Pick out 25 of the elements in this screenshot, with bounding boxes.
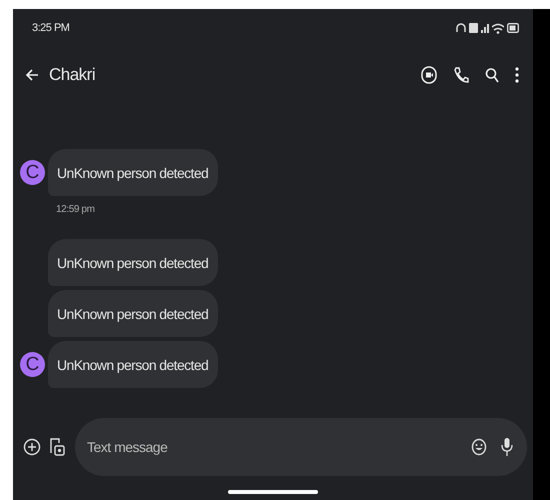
message-bubble[interactable]: UnKnown person detected [48,341,218,388]
message-bubble[interactable]: UnKnown person detected [48,239,218,286]
microphone-icon[interactable] [501,437,513,457]
message-field[interactable]: Text message [75,418,527,476]
wifi-icon [492,22,504,34]
status-time: 3:25 PM [32,22,70,34]
search-icon[interactable] [485,67,499,83]
gallery-icon[interactable] [49,437,65,457]
back-arrow-icon[interactable] [25,68,39,82]
message-bubble[interactable]: UnKnown person detected [48,290,218,337]
signal-icon [481,24,489,32]
emoji-icon[interactable] [471,438,487,456]
message-time: 12:59 pm [56,204,96,215]
add-icon[interactable] [23,438,41,456]
message-input[interactable]: Text message [85,438,457,456]
more-options-icon[interactable] [515,67,519,83]
message-bubble[interactable]: UnKnown person detected [48,149,218,196]
contact-avatar[interactable]: C [20,160,45,185]
sim-card-icon [469,23,478,33]
contact-name: Chakri [49,65,96,85]
video-call-icon[interactable] [421,66,437,84]
headphones-icon [456,22,466,34]
contact-avatar[interactable]: C [20,352,45,377]
battery-icon [507,23,519,33]
phone-icon[interactable] [453,66,469,84]
